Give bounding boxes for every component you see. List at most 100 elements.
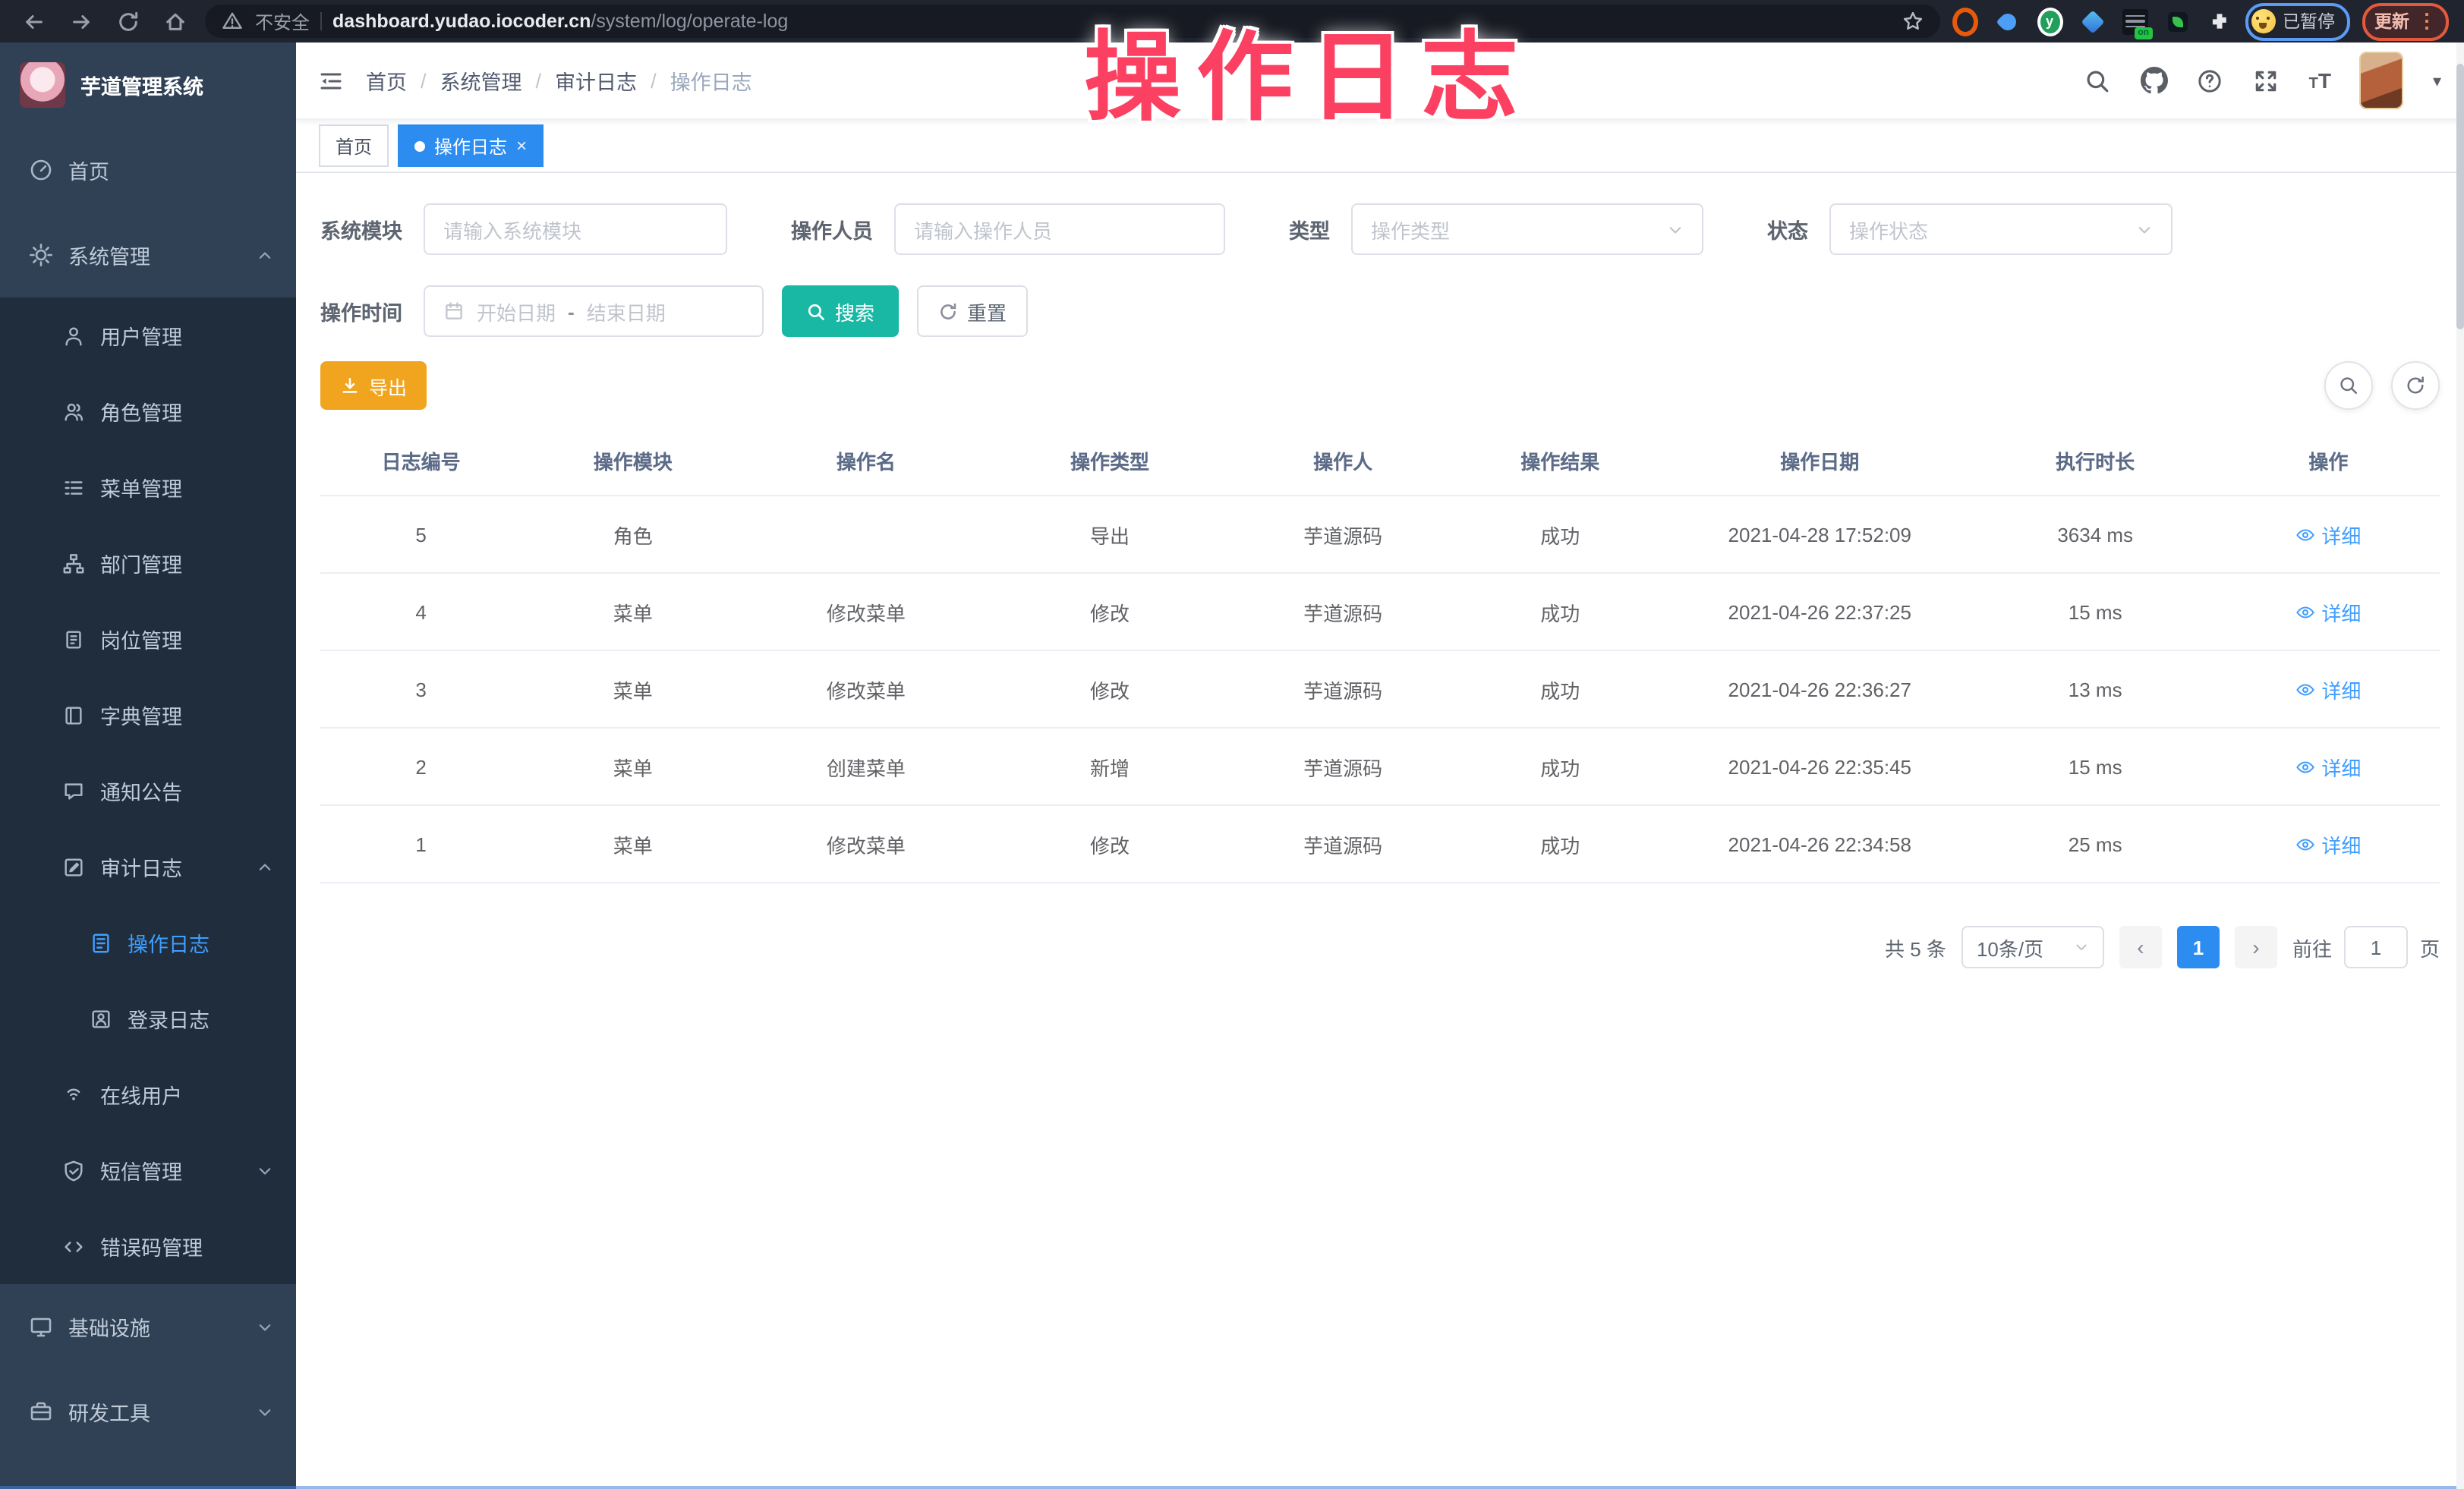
detail-link[interactable]: 详细: [2295, 829, 2361, 858]
sidebar-item-operate-log[interactable]: 操作日志: [0, 905, 296, 981]
sidebar-item-infrastructure[interactable]: 基础设施: [0, 1284, 296, 1369]
sidebar-item-online-users[interactable]: 在线用户: [0, 1056, 296, 1132]
update-label: 更新: [2374, 9, 2409, 33]
chevron-down-icon: [257, 1318, 273, 1335]
operator-input[interactable]: 请输入操作人员: [894, 203, 1225, 255]
browser-update-chip[interactable]: 更新 ⋮: [2362, 2, 2449, 40]
breadcrumb: 首页 / 系统管理 / 审计日志 / 操作日志: [366, 65, 752, 96]
search-icon[interactable]: [2084, 67, 2112, 94]
help-icon[interactable]: [2197, 67, 2224, 94]
breadcrumb-system[interactable]: 系统管理: [440, 65, 522, 96]
toolbox-icon: [29, 1399, 53, 1424]
sidebar-logo[interactable]: 芋道管理系统: [0, 42, 296, 127]
sidebar-item-menus[interactable]: 菜单管理: [0, 449, 296, 525]
filter-row-1: 系统模块 请输入系统模块 操作人员 请输入操作人员 类型 操作类型: [320, 203, 2440, 255]
breadcrumb-home[interactable]: 首页: [366, 65, 407, 96]
tab-operate-log[interactable]: 操作日志 ×: [398, 124, 544, 167]
app-title: 芋道管理系统: [80, 70, 203, 100]
kebab-menu-icon[interactable]: ⋮: [2417, 9, 2437, 33]
time-label: 操作时间: [320, 296, 402, 326]
col-type: 操作类型: [988, 425, 1231, 496]
main-area: 首页 / 系统管理 / 审计日志 / 操作日志 TT ▾: [296, 42, 2464, 1489]
chevron-up-icon: [257, 858, 273, 875]
detail-link[interactable]: 详细: [2295, 520, 2361, 549]
extension-sprout-icon[interactable]: [2164, 8, 2190, 34]
extension-ring-icon[interactable]: [1952, 8, 1977, 34]
select-chevron-icon: [2074, 940, 2089, 955]
table-row: 3 菜单 修改菜单 修改 芋道源码 成功 2021-04-26 22:36:27…: [320, 650, 2440, 728]
detail-link[interactable]: 详细: [2295, 597, 2361, 626]
page-scrollbar[interactable]: [2456, 42, 2464, 1489]
refresh-button[interactable]: [2391, 361, 2440, 410]
export-button[interactable]: 导出: [320, 361, 427, 410]
sidebar-item-notice[interactable]: 通知公告: [0, 753, 296, 829]
select-chevron-icon: [2136, 221, 2153, 238]
extension-y-icon[interactable]: y: [2037, 8, 2062, 34]
sidebar-item-home[interactable]: 首页: [0, 127, 296, 212]
goto-page-input[interactable]: 1: [2344, 926, 2408, 968]
breadcrumb-audit[interactable]: 审计日志: [555, 65, 637, 96]
status-select[interactable]: 操作状态: [1829, 203, 2173, 255]
page-size-select[interactable]: 10条/页: [1961, 926, 2104, 968]
sidebar-item-error-code[interactable]: 错误码管理: [0, 1208, 296, 1284]
prev-page-button[interactable]: ‹: [2119, 926, 2162, 968]
extension-gem-icon[interactable]: [2079, 8, 2105, 34]
sidebar-item-dev-tools[interactable]: 研发工具: [0, 1369, 296, 1454]
select-chevron-icon: [1667, 221, 1684, 238]
paused-label: 已暂停: [2283, 9, 2335, 33]
eye-icon: [2295, 524, 2315, 544]
tab-close-icon[interactable]: ×: [516, 135, 527, 156]
type-select[interactable]: 操作类型: [1351, 203, 1703, 255]
module-input[interactable]: 请输入系统模块: [424, 203, 727, 255]
sidebar: 芋道管理系统 首页 系统管理 用户管理: [0, 42, 296, 1489]
next-page-button[interactable]: ›: [2235, 926, 2277, 968]
chevron-down-icon: [257, 1162, 273, 1179]
sidebar-item-sms[interactable]: 短信管理: [0, 1132, 296, 1208]
extension-pin-icon[interactable]: [1994, 8, 2020, 34]
sidebar-item-roles[interactable]: 角色管理: [0, 373, 296, 449]
fullscreen-icon[interactable]: [2253, 67, 2280, 94]
active-dot: [414, 140, 425, 151]
home-icon[interactable]: [162, 9, 187, 33]
show-search-button[interactable]: [2324, 361, 2373, 410]
sidebar-item-dict[interactable]: 字典管理: [0, 677, 296, 753]
col-name: 操作名: [744, 425, 988, 496]
sidebar-item-users[interactable]: 用户管理: [0, 297, 296, 373]
sidebar-item-departments[interactable]: 部门管理: [0, 525, 296, 601]
sidebar-item-posts[interactable]: 岗位管理: [0, 601, 296, 677]
font-size-icon[interactable]: TT: [2309, 68, 2331, 93]
github-icon[interactable]: [2141, 67, 2168, 94]
avatar-caret-icon[interactable]: ▾: [2433, 71, 2441, 90]
status-label: 状态: [1767, 214, 1808, 244]
tab-home[interactable]: 首页: [319, 124, 389, 167]
forward-icon[interactable]: [68, 9, 93, 33]
search-button[interactable]: 搜索: [782, 285, 899, 337]
total-count: 共 5 条: [1885, 933, 1946, 962]
badge-icon: [61, 627, 85, 651]
current-page-button[interactable]: 1: [2177, 926, 2220, 968]
detail-link[interactable]: 详细: [2295, 752, 2361, 781]
user-avatar[interactable]: [2360, 52, 2404, 109]
bookmark-star-icon[interactable]: [1900, 9, 1924, 33]
sidebar-item-login-log[interactable]: 登录日志: [0, 981, 296, 1056]
security-label: 不安全: [255, 8, 310, 34]
sidebar-item-audit-log[interactable]: 审计日志: [0, 829, 296, 905]
profile-paused-chip[interactable]: 已暂停: [2245, 2, 2350, 40]
table-row: 2 菜单 创建菜单 新增 芋道源码 成功 2021-04-26 22:35:45…: [320, 728, 2440, 805]
scrollbar-thumb[interactable]: [2456, 64, 2464, 329]
reset-button[interactable]: 重置: [917, 285, 1028, 337]
sidebar-item-system[interactable]: 系统管理: [0, 212, 296, 297]
col-result: 操作结果: [1454, 425, 1666, 496]
detail-link[interactable]: 详细: [2295, 675, 2361, 704]
extension-list-icon[interactable]: on: [2122, 8, 2147, 34]
address-bar[interactable]: 不安全 dashboard.yudao.iocoder.cn/system/lo…: [205, 5, 1939, 38]
operate-log-table: 日志编号 操作模块 操作名 操作类型 操作人 操作结果 操作日期 执行时长 操作: [320, 425, 2440, 883]
extensions-puzzle-icon[interactable]: [2207, 8, 2232, 34]
back-icon[interactable]: [21, 9, 46, 33]
col-date: 操作日期: [1666, 425, 1974, 496]
signal-icon: [61, 1082, 85, 1107]
date-range-picker[interactable]: 开始日期 - 结束日期: [424, 285, 764, 337]
sidebar-fold-icon[interactable]: [319, 68, 343, 93]
eye-icon: [2295, 602, 2315, 622]
reload-icon[interactable]: [115, 9, 140, 33]
